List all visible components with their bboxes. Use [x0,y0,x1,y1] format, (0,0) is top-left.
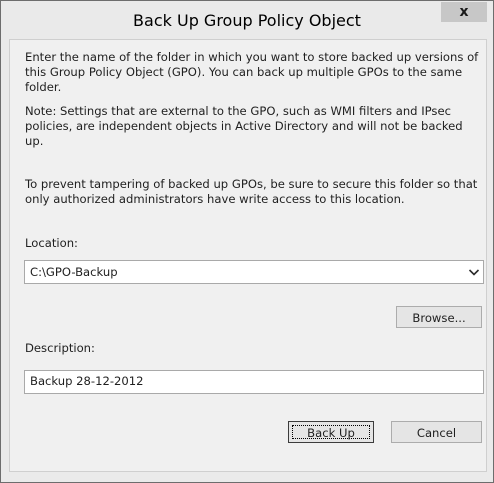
cancel-button[interactable]: Cancel [391,421,482,443]
back-up-button-label: Back Up [307,426,355,440]
close-button[interactable]: x [441,2,487,22]
location-combobox[interactable]: C:\GPO-Backup [24,260,484,284]
location-value[interactable]: C:\GPO-Backup [30,261,118,283]
description-field[interactable] [24,370,484,394]
location-label: Location: [25,236,78,250]
description-label: Description: [25,341,95,355]
dialog-title: Back Up Group Policy Object [133,11,361,30]
note-text: Note: Settings that are external to the … [25,104,463,148]
security-warning-text: To prevent tampering of backed up GPOs, … [25,177,478,206]
title-bar[interactable]: Back Up Group Policy Object x [1,1,493,39]
back-up-button[interactable]: Back Up [288,421,374,443]
chevron-down-icon[interactable] [465,261,483,283]
cancel-button-label: Cancel [416,426,457,440]
description-input[interactable] [25,371,482,391]
browse-button-label: Browse... [412,311,466,325]
close-icon: x [459,4,469,20]
browse-button[interactable]: Browse... [396,306,482,328]
intro-text: Enter the name of the folder in which yo… [25,50,479,94]
backup-gpo-dialog: Back Up Group Policy Object x Enter the … [0,0,494,483]
dialog-content: Enter the name of the folder in which yo… [9,39,487,472]
